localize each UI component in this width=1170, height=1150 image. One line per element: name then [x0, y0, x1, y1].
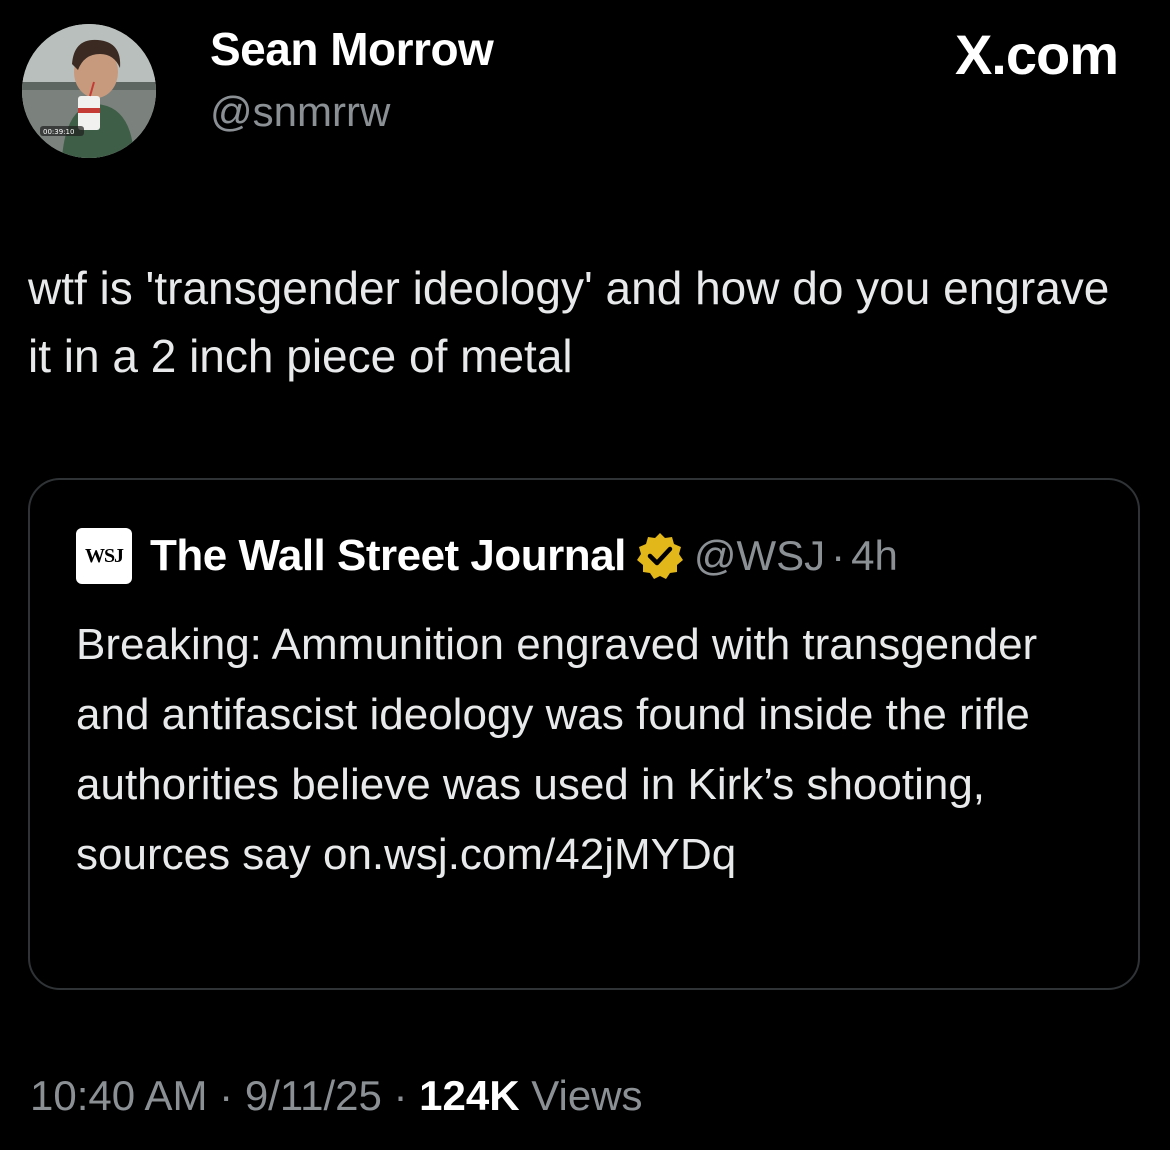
tweet-text: wtf is 'transgender ideology' and how do… [28, 262, 1110, 382]
verified-badge-icon [634, 530, 686, 582]
meta-separator: · [219, 1072, 234, 1119]
author-handle[interactable]: @snmrrw [210, 88, 390, 136]
quoted-author-name[interactable]: The Wall Street Journal [150, 531, 626, 581]
quoted-tweet-card[interactable]: WSJ The Wall Street Journal @WSJ · 4h Br… [28, 478, 1140, 990]
x-logo: X.com [954, 23, 1119, 86]
wsj-logo-icon: WSJ [76, 528, 132, 584]
views-count: 124K [419, 1072, 520, 1119]
quoted-tweet-header: WSJ The Wall Street Journal @WSJ · 4h [76, 526, 898, 586]
avatar[interactable]: 00:39:10 [22, 24, 156, 158]
avatar-photo: 00:39:10 [22, 24, 156, 158]
quoted-tweet-time[interactable]: 4h [851, 532, 898, 580]
meta-separator: · [393, 1072, 408, 1119]
tweet-time[interactable]: 10:40 AM [30, 1072, 207, 1119]
avatar-timestamp: 00:39:10 [43, 128, 74, 136]
quoted-tweet-text: Breaking: Ammunition engraved with trans… [76, 620, 1038, 879]
quoted-author-handle[interactable]: @WSJ [694, 532, 825, 580]
views-label: Views [531, 1072, 643, 1119]
author-name[interactable]: Sean Morrow [210, 22, 494, 76]
tweet-meta: 10:40 AM · 9/11/25 · 124K Views [30, 1072, 643, 1120]
tweet-date[interactable]: 9/11/25 [245, 1072, 382, 1119]
quoted-separator: · [831, 532, 846, 579]
